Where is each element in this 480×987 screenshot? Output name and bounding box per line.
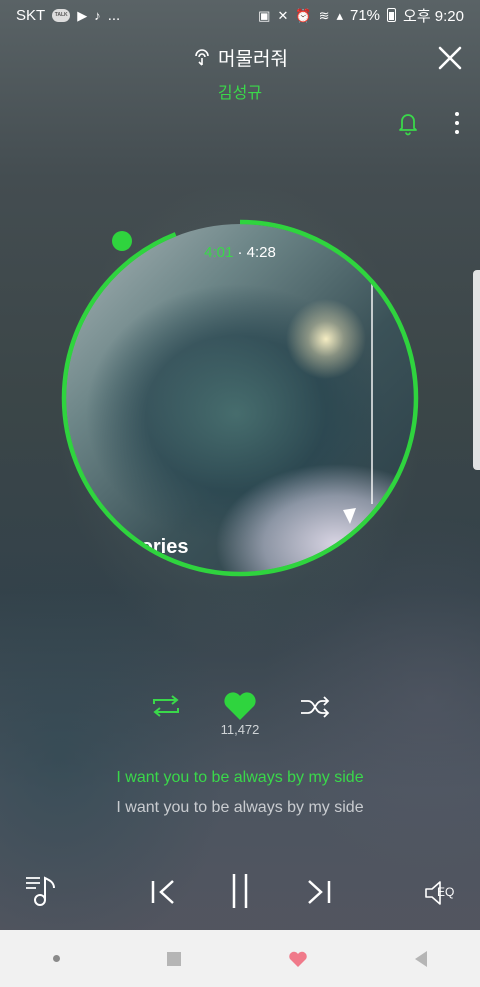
status-right: ▣ ✕ ⏰ ≋ ▴ 71% 오후 9:20: [258, 5, 464, 26]
more-vertical-icon[interactable]: [452, 110, 462, 136]
clock: 오후 9:20: [403, 7, 464, 25]
pause-icon[interactable]: [228, 872, 252, 910]
kakaotalk-icon: TALK: [52, 8, 71, 22]
mute-icon: ✕: [277, 7, 289, 23]
eq-label: EQ: [437, 885, 455, 899]
system-nav-bar: [0, 930, 480, 987]
skip-previous-icon[interactable]: [150, 878, 176, 906]
carrier-label: SKT: [16, 6, 46, 24]
repeat-icon[interactable]: [149, 694, 183, 718]
bell-icon[interactable]: [396, 110, 420, 136]
nav-menu-dot-icon[interactable]: [53, 955, 61, 962]
lyric-current-line[interactable]: I want you to be always by my side: [0, 769, 480, 787]
status-left: SKT TALK ▶ ♪ ...: [16, 7, 120, 24]
current-time: 4:01: [204, 244, 234, 261]
lock-icon: ▣: [258, 7, 271, 23]
back-icon[interactable]: [414, 950, 427, 967]
battery-percent: 71%: [350, 6, 381, 24]
equalizer-button[interactable]: EQ: [424, 879, 460, 907]
side-drawer-handle[interactable]: [473, 270, 480, 470]
signal-icon: ▴: [336, 7, 343, 23]
music-notification-icon: ♪: [94, 7, 101, 23]
recent-apps-icon[interactable]: [167, 951, 182, 966]
status-bar: SKT TALK ▶ ♪ ... ▣ ✕ ⏰ ≋ ▴ 71% 오후 9:20: [0, 0, 480, 30]
lyrics-wave-icon: [195, 48, 209, 66]
time-separator: ·: [237, 244, 243, 261]
song-title: 머물러줘: [218, 48, 288, 70]
home-heart-icon[interactable]: [288, 949, 308, 969]
close-icon[interactable]: [436, 44, 464, 72]
playlist-music-icon[interactable]: [24, 874, 60, 908]
alarm-icon: ⏰: [295, 7, 312, 23]
wifi-icon: ≋: [318, 7, 330, 23]
progress-ring-arc: [61, 219, 419, 577]
play-store-icon: ▶: [77, 7, 88, 23]
time-display: 4:01 · 4:28: [0, 244, 480, 261]
artist-name[interactable]: 김성규: [0, 79, 480, 103]
album-play-marker: [343, 508, 356, 524]
progress-ring[interactable]: [60, 218, 420, 578]
skip-next-icon[interactable]: [306, 878, 332, 906]
like-count: 11,472: [220, 722, 260, 737]
lyric-next-line[interactable]: I want you to be always by my side: [0, 799, 480, 817]
heart-icon[interactable]: [222, 690, 258, 722]
album-art-container[interactable]: tories: [60, 218, 420, 578]
more-notifications-label: ...: [107, 6, 121, 24]
song-title-row[interactable]: 머물러줘: [0, 44, 480, 71]
shuffle-icon[interactable]: [299, 696, 331, 718]
battery-icon: [387, 8, 397, 22]
total-time: 4:28: [246, 244, 276, 261]
